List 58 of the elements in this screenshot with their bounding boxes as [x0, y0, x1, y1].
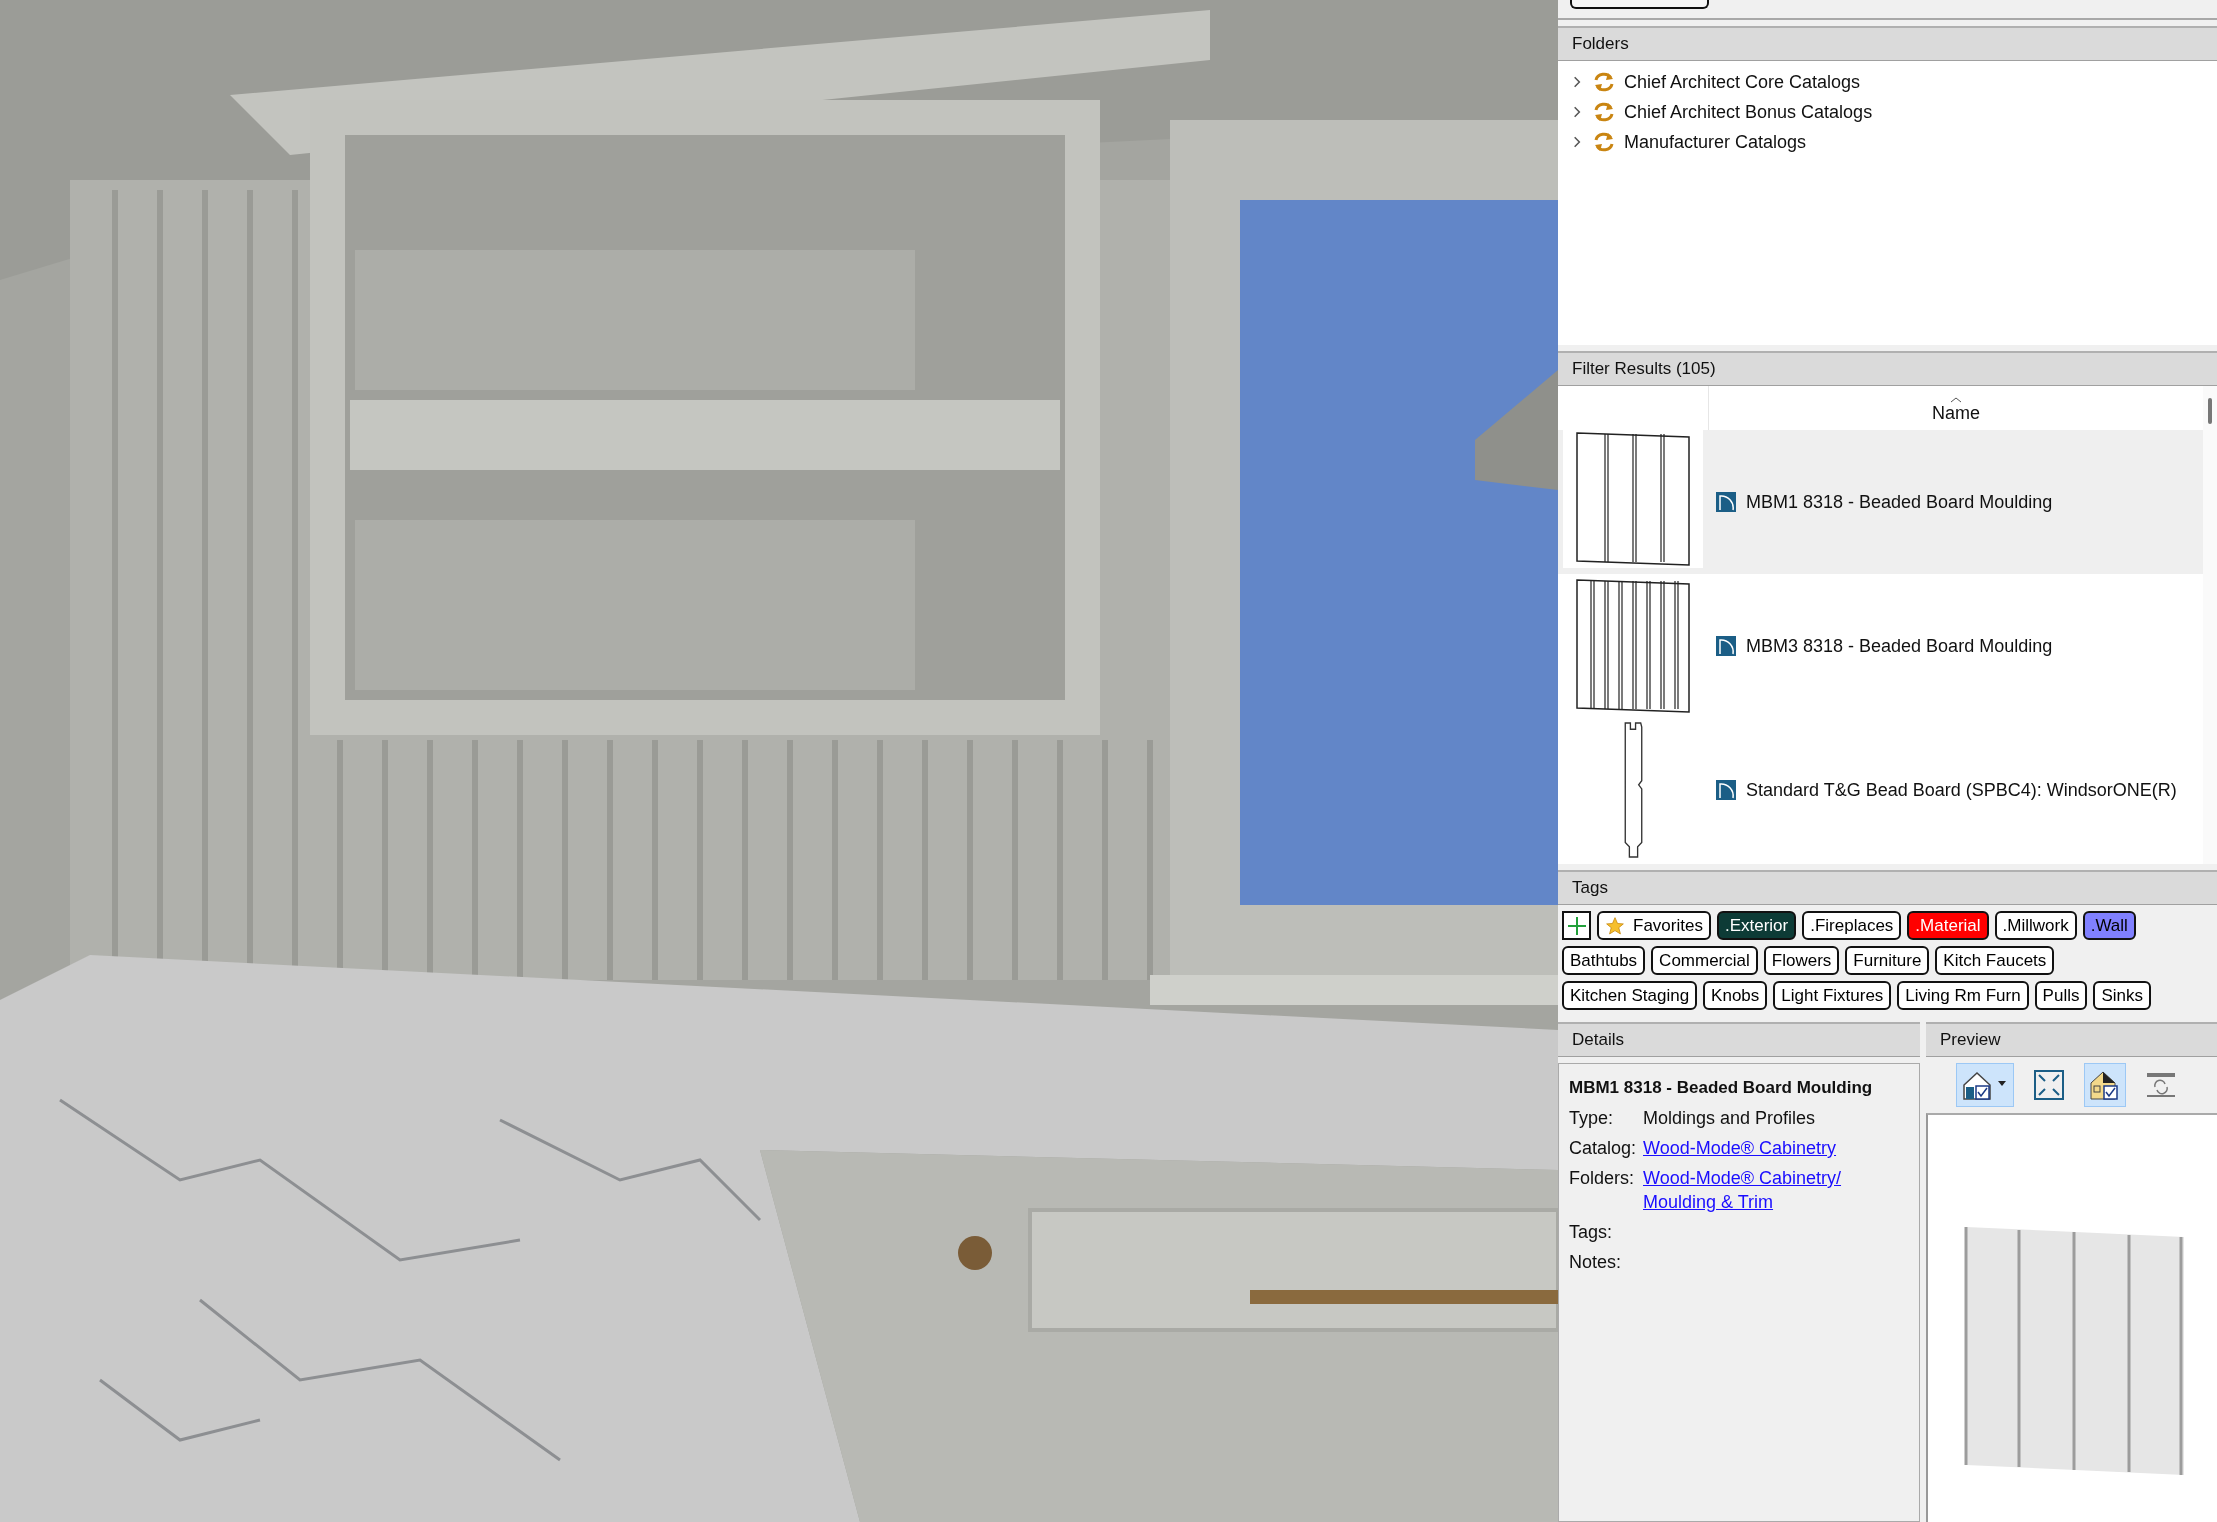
- tag-chip[interactable]: Commercial: [1651, 946, 1758, 975]
- tag-chip[interactable]: Knobs: [1703, 981, 1768, 1010]
- tag-chip[interactable]: Sinks: [2093, 981, 2152, 1010]
- tag-chip[interactable]: .Material: [1907, 911, 1989, 940]
- result-row[interactable]: MBM3 8318 - Beaded Board Moulding: [1558, 574, 2203, 718]
- sort-caret-icon: [1950, 397, 1962, 403]
- field-label: Tags:: [1569, 1222, 1614, 1243]
- tag-chip[interactable]: Kitch Faucets: [1935, 946, 2055, 975]
- result-row[interactable]: MBM1 8318 - Beaded Board Moulding: [1558, 430, 2203, 574]
- catalog-link[interactable]: Wood-Mode® Cabinetry/: [1643, 1168, 1842, 1189]
- star-icon: [1605, 915, 1625, 936]
- material-view-button[interactable]: [2084, 1063, 2126, 1107]
- tag-chip[interactable]: Light Fixtures: [1773, 981, 1892, 1010]
- folder-item[interactable]: Chief Architect Core Catalogs: [1558, 67, 2217, 97]
- scrollbar-thumb[interactable]: [2208, 398, 2212, 424]
- section-header: Folders: [1558, 26, 2217, 61]
- folder-item[interactable]: Manufacturer Catalogs: [1558, 127, 2217, 157]
- tag-chip[interactable]: Bathtubs: [1562, 946, 1646, 975]
- catalog-link[interactable]: Wood-Mode® Cabinetry: [1643, 1138, 1837, 1159]
- add-tag-button[interactable]: [1562, 911, 1591, 940]
- section-header: Details: [1558, 1022, 1920, 1057]
- result-row[interactable]: Standard T&G Bead Board (SPBC4): WindsorONE(R): [1558, 718, 2203, 862]
- tag-chip[interactable]: Pulls: [2034, 981, 2088, 1010]
- tag-chip[interactable]: Furniture: [1845, 946, 1930, 975]
- expand-arrows-icon: [2033, 1069, 2065, 1101]
- tag-chip[interactable]: Kitchen Staging: [1562, 981, 1698, 1010]
- favorites-tag[interactable]: Favorites: [1597, 911, 1711, 940]
- plus-icon: [1566, 915, 1587, 936]
- section-header: Preview: [1926, 1022, 2217, 1057]
- tag-chip[interactable]: .Wall: [2082, 911, 2136, 940]
- tag-chip[interactable]: .Fireplaces: [1802, 911, 1902, 940]
- camera-view-button[interactable]: [1956, 1063, 2014, 1107]
- field-label: Notes:: [1569, 1252, 1623, 1273]
- item-name: Standard T&G Bead Board (SPBC4): WindsorONE(R): [1746, 779, 2177, 801]
- tag-chip[interactable]: .Millwork: [1994, 911, 2077, 940]
- tag-chip[interactable]: Living Rm Furn: [1897, 981, 2029, 1010]
- molding-profile-icon: [1716, 780, 1736, 800]
- column-header[interactable]: Name: [1709, 386, 2203, 430]
- molding-profile-icon: [1716, 492, 1736, 512]
- field-label: Folders:: [1569, 1168, 1636, 1190]
- section-header: Filter Results (105): [1558, 351, 2217, 386]
- tag-chip[interactable]: Flowers: [1763, 946, 1840, 975]
- tag-chip[interactable]: .Exterior: [1716, 911, 1797, 940]
- house-check-icon: [1961, 1069, 2009, 1101]
- sync-arrows-icon: [1592, 70, 1616, 94]
- sync-arrows-icon: [1592, 100, 1616, 124]
- section-header: Tags: [1558, 870, 2217, 905]
- catalog-link[interactable]: Moulding & Trim: [1643, 1192, 1842, 1213]
- field-label: Catalog:: [1569, 1138, 1638, 1159]
- item-name: MBM3 8318 - Beaded Board Moulding: [1746, 635, 2053, 657]
- molding-profile-icon: [1716, 636, 1736, 656]
- sync-arrows-icon: [1592, 130, 1616, 154]
- house-check-icon: [2089, 1069, 2121, 1101]
- item-title: MBM1 8318 - Beaded Board Moulding: [1569, 1078, 1874, 1098]
- field-label: Type:: [1569, 1108, 1615, 1129]
- field-value: Moldings and Profiles: [1643, 1108, 1816, 1129]
- folder-item[interactable]: Chief Architect Bonus Catalogs: [1558, 97, 2217, 127]
- item-name: MBM1 8318 - Beaded Board Moulding: [1746, 491, 2053, 513]
